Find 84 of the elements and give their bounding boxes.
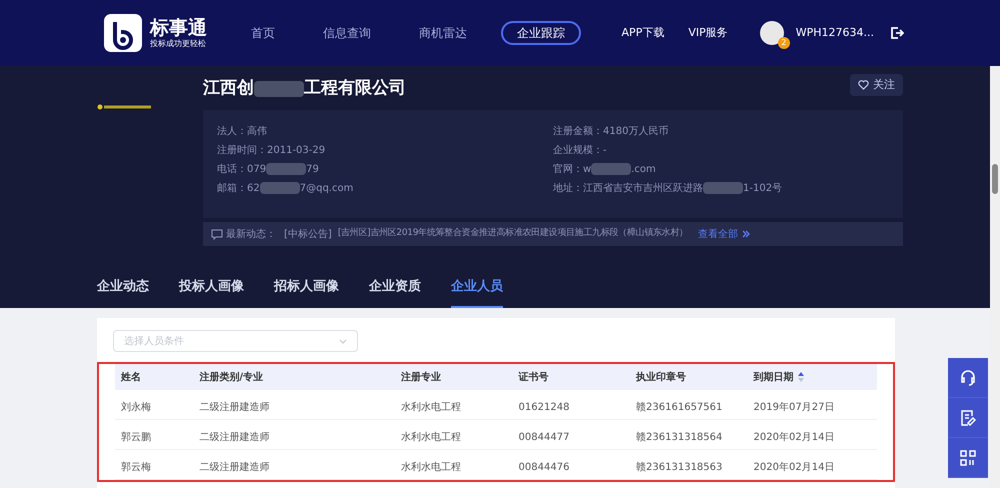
table-cell: 郭云鹏 xyxy=(121,432,151,442)
column-header: 注册类别/专业 xyxy=(199,370,263,384)
info-value: 高伟 xyxy=(247,124,267,138)
info-label: 注册时间： xyxy=(217,144,267,158)
section-tab[interactable]: 企业人员 xyxy=(451,274,503,308)
info-label: 法人： xyxy=(217,124,247,138)
info-label: 注册金额： xyxy=(553,124,603,138)
table-cell: 赣236161657561 xyxy=(636,402,722,412)
table-cell: 00844476 xyxy=(518,462,570,472)
info-value: 7@qq.com xyxy=(300,182,354,196)
company-logo-icon xyxy=(97,104,151,110)
notification-badge: 2 xyxy=(778,37,790,49)
message-icon xyxy=(211,228,223,240)
info-label: 电话： xyxy=(217,162,247,176)
info-label: 官网： xyxy=(553,162,583,176)
nav-tab[interactable]: 企业跟踪 xyxy=(501,21,581,45)
info-value: 62 xyxy=(247,182,260,196)
blurred-area xyxy=(703,182,743,194)
info-value: 4180万人民币 xyxy=(603,124,668,138)
nav-tab[interactable]: 首页 xyxy=(237,21,289,45)
blurred-area xyxy=(266,163,306,175)
follow-button[interactable]: 关注 xyxy=(850,74,903,96)
column-header: 姓名 xyxy=(121,370,141,384)
blurred-area xyxy=(260,182,300,194)
info-value: 2011-03-29 xyxy=(267,144,326,158)
select-placeholder: 选择人员条件 xyxy=(124,334,184,348)
table-cell: 二级注册建造师 xyxy=(199,402,270,412)
section-tab[interactable]: 企业动态 xyxy=(97,274,149,308)
nav-tab[interactable]: 商机雷达 xyxy=(405,21,481,45)
column-header: 证书号 xyxy=(518,370,549,384)
news-label: 最新动态： xyxy=(226,228,276,242)
info-value: 1-102号 xyxy=(743,182,782,196)
table-cell: 二级注册建造师 xyxy=(199,462,270,472)
heart-icon xyxy=(858,80,869,90)
info-value: - xyxy=(603,144,607,158)
double-chevron-icon xyxy=(742,230,750,238)
section-tab[interactable]: 企业资质 xyxy=(369,274,421,308)
table-cell: 2020年02月14日 xyxy=(754,462,834,472)
blurred-area xyxy=(254,80,304,97)
info-value: 79 xyxy=(306,162,319,176)
table-cell: 00844477 xyxy=(518,432,570,442)
table-cell: 赣236131318563 xyxy=(636,462,722,472)
user-name[interactable]: WPH127634... xyxy=(796,24,874,42)
section-tab[interactable]: 招标人画像 xyxy=(274,274,339,308)
logo-slogan: 投标成功更轻松 xyxy=(150,39,207,49)
chevron-down-icon xyxy=(339,338,347,344)
news-tag: [中标公告] xyxy=(284,226,332,242)
qr-code-icon[interactable] xyxy=(960,450,976,466)
info-label: 地址： xyxy=(553,182,583,196)
table-cell: 2020年02月14日 xyxy=(754,432,834,442)
table-cell: 水利水电工程 xyxy=(401,462,462,472)
nav-link[interactable]: VIP服务 xyxy=(688,24,728,42)
info-value: 079 xyxy=(247,162,266,176)
table-cell: 水利水电工程 xyxy=(401,402,462,412)
table-cell: 01621248 xyxy=(518,402,570,412)
table-cell: 刘永梅 xyxy=(121,402,151,412)
avatar-icon[interactable] xyxy=(760,21,784,45)
company-name: 工程有限公司 xyxy=(304,77,406,100)
info-value: 江西省吉安市吉州区跃进路 xyxy=(583,182,703,196)
nav-tab[interactable]: 信息查询 xyxy=(309,21,385,45)
info-value: w xyxy=(583,162,592,176)
sort-icon[interactable] xyxy=(798,372,804,382)
edit-note-icon[interactable] xyxy=(960,408,976,426)
blurred-area xyxy=(591,163,632,175)
table-cell: 水利水电工程 xyxy=(401,432,462,442)
nav-link[interactable]: APP下载 xyxy=(622,24,664,42)
section-tab[interactable]: 投标人画像 xyxy=(179,274,244,308)
table-cell: 2019年07月27日 xyxy=(754,402,834,412)
column-header: 到期日期 xyxy=(754,370,794,384)
logout-icon[interactable] xyxy=(890,26,904,40)
view-all-link[interactable]: 查看全部 xyxy=(698,226,750,242)
news-text[interactable]: [吉州区]吉州区2019年统筹整合资金推进高标准农田建设项目施工九标段（樟山镇东水村） xyxy=(338,227,688,241)
logo-icon xyxy=(104,14,142,52)
table-cell: 赣236131318564 xyxy=(636,432,722,442)
column-header: 执业印章号 xyxy=(636,370,686,384)
table-cell: 二级注册建造师 xyxy=(199,432,270,442)
column-header: 注册专业 xyxy=(401,370,442,384)
headset-icon[interactable] xyxy=(959,368,977,386)
table-cell: 郭云梅 xyxy=(121,462,151,472)
info-label: 邮箱： xyxy=(217,182,247,196)
company-name: 江西创 xyxy=(203,77,254,100)
logo-text: 标事通 xyxy=(150,17,207,39)
info-value: .com xyxy=(631,162,656,176)
info-label: 企业规模： xyxy=(553,144,603,158)
